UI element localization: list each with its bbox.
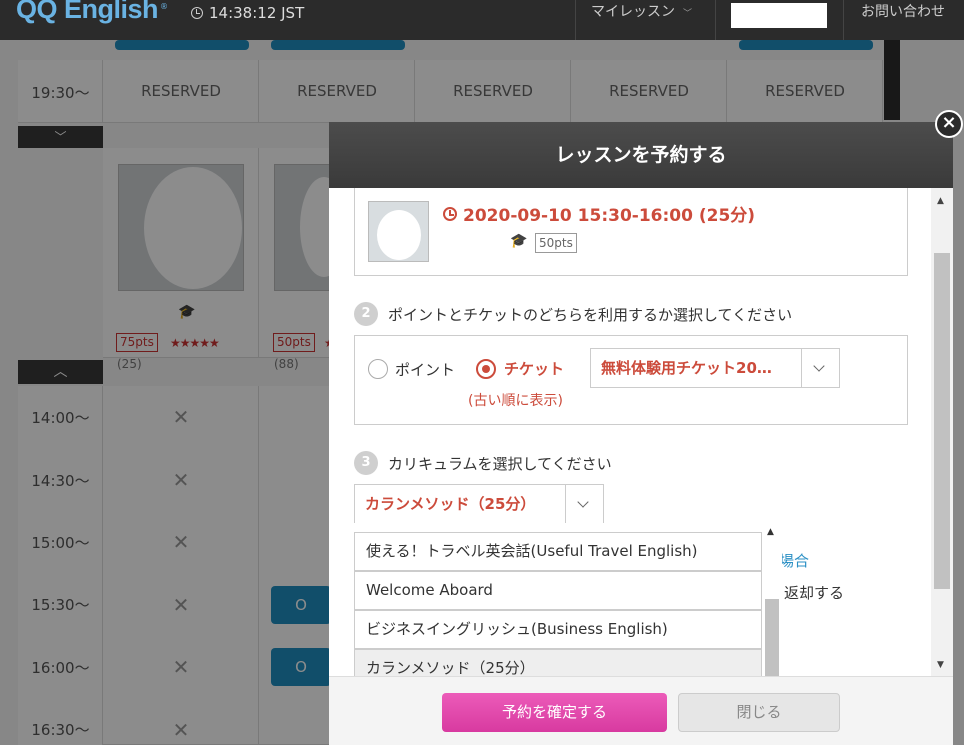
close-modal-button[interactable]: 閉じる [678, 693, 840, 732]
step-label: ポイントとチケットのどちらを利用するか選択してください [388, 305, 793, 324]
top-header: QQ English ® 14:38:12 JST マイレッスン ﹀ お問い合わせ [0, 0, 964, 40]
modal-title: レッスンを予約する [329, 122, 953, 188]
current-time-text: 14:38:12 JST [209, 4, 305, 22]
chevron-down-icon [801, 349, 839, 387]
qq-english-logo[interactable]: QQ English [16, 0, 159, 34]
step-2-heading: 2 ポイントとチケットのどちらを利用するか選択してください [354, 302, 792, 326]
dropdown-scroll-thumb[interactable] [765, 599, 779, 676]
scroll-up-icon[interactable]: ▲ [937, 196, 944, 206]
point-option-label[interactable]: ポイント [395, 359, 455, 380]
ticket-select-value: 無料体験用チケット20… [601, 359, 772, 377]
curriculum-option[interactable]: ビジネスイングリッシュ(Business English) [354, 610, 762, 649]
curriculum-option[interactable]: Welcome Aboard [354, 571, 762, 610]
lesson-datetime-text: 2020-09-10 15:30-16:00 (25分) [463, 206, 756, 226]
modal-scrollbar[interactable]: ▲ ▼ [931, 188, 953, 676]
user-name-box[interactable] [731, 3, 827, 28]
face-mask [377, 210, 421, 260]
confirm-reservation-button[interactable]: 予約を確定する [442, 693, 667, 732]
return-note: 返却する [784, 584, 845, 602]
nav-divider [843, 0, 844, 40]
modal-footer: 予約を確定する 閉じる [329, 676, 953, 745]
curriculum-dropdown: 使える！トラベル英会話(Useful Travel English) Welco… [354, 523, 762, 676]
scroll-down-icon[interactable]: ▼ [937, 660, 944, 670]
nav-divider [575, 0, 576, 40]
scroll-up-icon[interactable]: ▲ [767, 527, 774, 537]
ticket-order-note: (古い順に表示) [468, 393, 563, 409]
nav-my-lessons-label: マイレッスン [591, 4, 675, 20]
reserve-lesson-modal: レッスンを予約する 2020-09-10 15:30-16:00 (25分) 🎓… [329, 122, 953, 745]
modal-scroll-thumb[interactable] [934, 253, 950, 589]
lesson-points-badge: 50pts [535, 233, 577, 253]
curriculum-select[interactable]: カランメソッド（25分） [354, 484, 604, 524]
payment-method-card: ポイント チケット (古い順に表示) 無料体験用チケット20… [354, 335, 908, 425]
step-number: 3 [354, 451, 378, 475]
nav-divider [715, 0, 716, 40]
nav-my-lessons[interactable]: マイレッスン ﹀ [591, 1, 692, 21]
nav-contact[interactable]: お問い合わせ [861, 1, 945, 21]
lesson-info-card: 2020-09-10 15:30-16:00 (25分) 🎓 50pts [354, 188, 908, 276]
step-3-heading: 3 カリキュラムを選択してください [354, 451, 612, 475]
registered-mark: ® [160, 2, 168, 11]
step-number: 2 [354, 302, 378, 326]
ticket-radio[interactable] [476, 359, 496, 379]
graduation-cap-icon: 🎓 [510, 233, 528, 249]
curriculum-option[interactable]: 使える！トラベル英会話(Useful Travel English) [354, 532, 762, 571]
clock-icon [443, 206, 457, 221]
chevron-down-icon [565, 485, 603, 523]
step-label: カリキュラムを選択してください [388, 454, 612, 473]
point-radio[interactable] [368, 359, 388, 379]
clock-icon [191, 7, 203, 19]
curriculum-option-selected[interactable]: カランメソッド（25分） [354, 649, 762, 676]
ticket-option-label[interactable]: チケット [504, 358, 564, 379]
curriculum-select-value: カランメソッド（25分） [365, 495, 536, 513]
ticket-select[interactable]: 無料体験用チケット20… [590, 348, 840, 388]
current-time: 14:38:12 JST [191, 4, 304, 22]
modal-body: 2020-09-10 15:30-16:00 (25分) 🎓 50pts 2 ポ… [329, 188, 953, 676]
dropdown-scrollbar[interactable]: ▲ [762, 523, 782, 676]
tutor-photo [368, 201, 429, 262]
chevron-down-icon: ﹀ [683, 9, 693, 19]
close-icon[interactable]: × [935, 110, 963, 138]
lesson-datetime: 2020-09-10 15:30-16:00 (25分) [443, 201, 755, 226]
